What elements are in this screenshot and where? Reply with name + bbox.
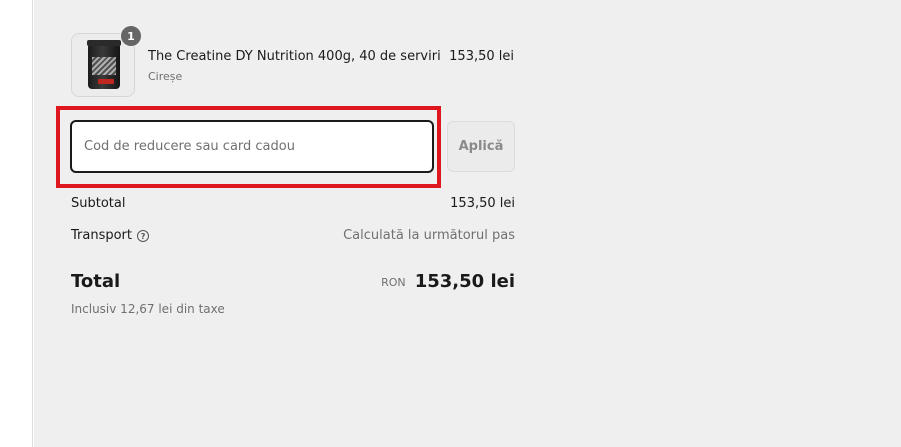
shipping-row: Transport ? [71,228,150,243]
shipping-label: Transport [71,228,133,243]
main-content-edge [0,0,33,447]
tub-accent-graphic [98,79,114,84]
product-price: 153,50 lei [449,49,514,64]
order-summary-panel: 1 The Creatine DY Nutrition 400g, 40 de … [34,0,901,447]
question-circle-icon[interactable]: ? [137,229,150,242]
quantity-badge: 1 [120,25,142,47]
total-amount: 153,50 lei [414,271,515,292]
total-label: Total [71,271,121,292]
subtotal-value: 153,50 lei [450,196,515,211]
tub-label-graphic [92,57,116,75]
product-name: The Creatine DY Nutrition 400g, 40 de se… [148,49,441,64]
subtotal-label: Subtotal [71,196,126,211]
total-value: RON 153,50 lei [314,271,515,292]
supplement-tub-icon [87,40,121,89]
product-variant: Cireșe [148,70,183,83]
apply-discount-button[interactable]: Aplică [447,121,515,172]
tax-note: Inclusiv 12,67 lei din taxe [71,302,225,316]
discount-code-input[interactable] [70,120,434,173]
currency-code: RON [381,276,406,289]
shipping-value: Calculată la următorul pas [343,228,515,243]
